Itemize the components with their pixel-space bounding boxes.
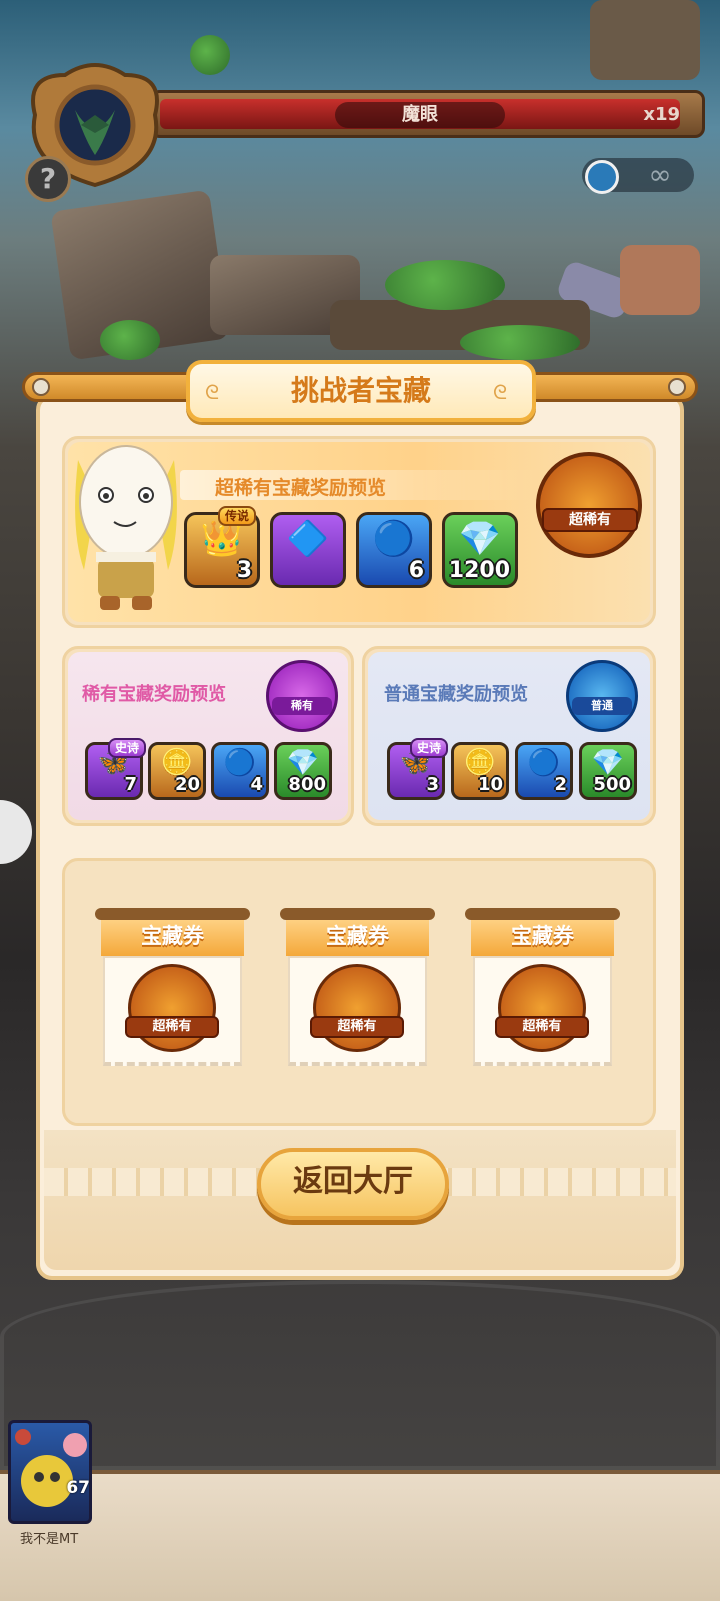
blue-orb-icon: 🔵 [372,519,416,559]
seal-label: 超稀有 [125,1016,219,1038]
reward-item[interactable]: 🔵 4 [211,742,269,800]
treasure-ticket[interactable]: 宝藏券 超稀有 [95,908,250,1068]
back-to-lobby-label: 返回大厅 [293,1164,413,1199]
boss-count: x19 [643,104,680,125]
egg-mascot-icon [75,445,177,610]
ticket-rod [465,908,620,920]
treasure-ticket[interactable]: 宝藏券 超稀有 [280,908,435,1068]
panel-title: 挑战者宝藏 [290,374,431,407]
character-portrait-icon [15,1429,87,1507]
rare-label: 稀有宝藏奖励预览 [82,684,226,705]
super-rare-seal-icon [313,964,401,1052]
super-rare-seal-icon [128,964,216,1052]
blue-orb-icon: 🔵 [527,748,561,779]
gold-coins-icon: 🪙 [463,748,497,779]
gold-coins-icon: 🪙 [160,748,194,779]
ticket-label: 宝藏券 [286,916,429,956]
diamond-pile-icon: 💎 [591,748,625,779]
reward-item[interactable]: 💎 500 [579,742,637,800]
reward-item[interactable]: 🔷 [270,512,346,588]
blue-orb-icon: 🔵 [223,748,257,779]
background-tree [460,325,580,360]
reward-item[interactable]: 💎 1200 [442,512,518,588]
purple-rune-icon: 🔷 [286,519,330,559]
avatar[interactable] [8,1420,92,1524]
player-level: 67 [66,1478,90,1498]
seal-label: 超稀有 [495,1016,589,1038]
legendary-tag: 传说 [218,506,257,526]
seal-label: 超稀有 [310,1016,404,1038]
player-name: 我不是MT [20,1532,79,1547]
reward-item[interactable]: 🔵 2 [515,742,573,800]
common-label: 普通宝藏奖励预览 [384,684,528,705]
ticket-rod [95,908,250,920]
background-tree [385,260,505,310]
epic-tag: 史诗 [410,738,449,758]
reward-item[interactable]: 🔵 6 [356,512,432,588]
ticket-rod [280,908,435,920]
swirl-icon: ᘓ [205,380,220,404]
help-button[interactable]: ? [25,156,71,202]
seal-label: 超稀有 [542,508,638,532]
diamond-pile-icon: 💎 [286,748,320,779]
seal-label: 稀有 [272,697,332,715]
super-rare-seal-icon [498,964,586,1052]
common-seal-icon [566,660,638,732]
reward-item[interactable]: 🪙 10 [451,742,509,800]
ticket-label: 宝藏券 [101,916,244,956]
background-tree [100,320,160,360]
bolt-icon [32,378,50,396]
boss-name: 魔眼 [402,104,438,125]
rare-seal-icon [266,660,338,732]
side-tab[interactable] [0,800,32,864]
diamond-pile-icon: 💎 [458,519,502,559]
reward-item[interactable]: 🪙 20 [148,742,206,800]
timer-value: ∞ [648,158,672,191]
reward-item[interactable]: 💎 800 [274,742,332,800]
super-rare-seal-icon [536,452,642,558]
swirl-icon: ᘓ [493,380,508,404]
background-rock [590,0,700,80]
epic-tag: 史诗 [108,738,147,758]
seal-label: 普通 [572,697,632,715]
arena-floor [0,1280,720,1470]
gold-relic-icon: 👑 [200,519,244,559]
background-rock [620,245,700,315]
bolt-icon [668,378,686,396]
alarm-clock-icon [585,160,619,194]
super-rare-label: 超稀有宝藏奖励预览 [215,477,387,499]
treasure-ticket[interactable]: 宝藏券 超稀有 [465,908,620,1068]
background-tree [190,35,230,75]
ticket-label: 宝藏券 [471,916,614,956]
